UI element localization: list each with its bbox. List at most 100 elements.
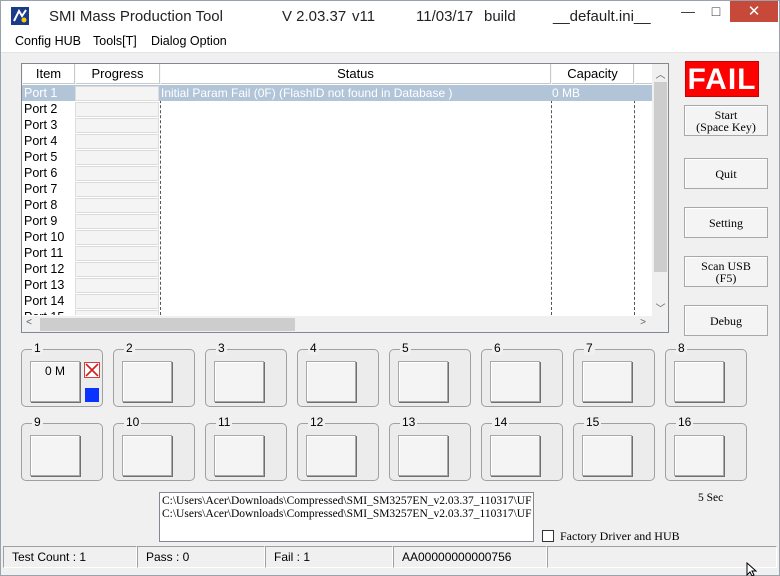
- row-item-label: Port 15: [24, 309, 64, 315]
- port-panel: 3: [205, 341, 287, 407]
- port-number: 8: [676, 341, 687, 355]
- column-progress[interactable]: Progress: [75, 64, 160, 84]
- row-item-label: Port 2: [24, 102, 58, 116]
- table-row[interactable]: Port 10: [22, 229, 652, 245]
- menu-tools[interactable]: Tools[T]: [93, 34, 137, 48]
- port-panel: 5: [389, 341, 471, 407]
- error-x-icon: [84, 362, 100, 378]
- row-progress-bar: [75, 214, 159, 229]
- port-status-button[interactable]: [306, 435, 356, 476]
- port-status-button[interactable]: [398, 361, 448, 402]
- table-row[interactable]: Port 14: [22, 293, 652, 309]
- debug-button[interactable]: Debug: [684, 305, 768, 336]
- factory-driver-checkbox[interactable]: [542, 530, 554, 542]
- port-list[interactable]: Item Progress Status Capacity Port 1 Init…: [21, 63, 669, 333]
- row-progress-bar: [75, 262, 159, 277]
- table-row[interactable]: Port 9: [22, 213, 652, 229]
- port-number: 16: [676, 415, 694, 429]
- build-date: 11/03/17: [416, 8, 474, 25]
- port-status-button[interactable]: [490, 361, 540, 402]
- minimize-button[interactable]: —: [673, 1, 703, 22]
- horizontal-scrollbar[interactable]: < >: [22, 316, 652, 332]
- row-item-label: Port 10: [24, 230, 65, 244]
- setting-button[interactable]: Setting: [684, 207, 768, 238]
- table-row[interactable]: Port 7: [22, 181, 652, 197]
- vertical-scrollbar[interactable]: ︿ ﹀: [652, 64, 668, 316]
- port-status-button[interactable]: [582, 435, 632, 476]
- table-row[interactable]: Port 1 Initial Param Fail (0F) (FlashID n…: [22, 85, 652, 101]
- table-row[interactable]: Port 12: [22, 261, 652, 277]
- port-number: 13: [400, 415, 418, 429]
- table-row[interactable]: Port 8: [22, 197, 652, 213]
- status-square-icon: [85, 388, 99, 402]
- row-item-label: Port 11: [24, 246, 64, 260]
- horizontal-scroll-thumb[interactable]: [40, 318, 295, 331]
- port-status-button[interactable]: [674, 361, 724, 402]
- table-row[interactable]: Port 4: [22, 133, 652, 149]
- row-progress-bar: [75, 118, 159, 133]
- port-status-button[interactable]: [582, 361, 632, 402]
- log-output[interactable]: C:\Users\Acer\Downloads\Compressed\SMI_S…: [159, 492, 534, 542]
- port-number: 4: [308, 341, 319, 355]
- port-status-button[interactable]: [674, 435, 724, 476]
- row-progress-bar: [75, 230, 159, 245]
- app-logo-icon: [11, 7, 29, 25]
- scroll-up-icon[interactable]: ︿: [652, 66, 668, 81]
- port-number: 5: [400, 341, 411, 355]
- quit-button[interactable]: Quit: [684, 158, 768, 189]
- port-status-button[interactable]: 0 M: [30, 361, 80, 402]
- scroll-left-icon[interactable]: <: [22, 317, 36, 328]
- port-status-button[interactable]: [30, 435, 80, 476]
- fail-count-status: Fail : 1: [265, 546, 393, 568]
- port-number: 3: [216, 341, 227, 355]
- port-status-button[interactable]: [122, 435, 172, 476]
- scroll-down-icon[interactable]: ﹀: [652, 300, 668, 315]
- port-panel: 4: [297, 341, 379, 407]
- row-item-label: Port 3: [24, 118, 58, 132]
- table-row[interactable]: Port 13: [22, 277, 652, 293]
- table-row[interactable]: Port 6: [22, 165, 652, 181]
- port-panel: 13: [389, 415, 471, 481]
- menu-config-hub[interactable]: Config HUB: [15, 34, 81, 48]
- status-bar: Test Count : 1 Pass : 0 Fail : 1 AA00000…: [1, 544, 779, 568]
- column-capacity[interactable]: Capacity: [551, 64, 634, 84]
- maximize-button[interactable]: □: [701, 1, 731, 22]
- port-number: 12: [308, 415, 326, 429]
- port-status-button[interactable]: [490, 435, 540, 476]
- vertical-scroll-thumb[interactable]: [654, 82, 667, 272]
- test-count-status: Test Count : 1: [3, 546, 137, 568]
- row-item-label: Port 9: [24, 214, 58, 228]
- scan-usb-button[interactable]: Scan USB (F5): [684, 256, 768, 287]
- list-header: Item Progress Status Capacity: [22, 64, 652, 84]
- port-number: 10: [124, 415, 142, 429]
- mouse-cursor-icon: [746, 562, 758, 576]
- factory-driver-label[interactable]: Factory Driver and HUB: [560, 529, 680, 544]
- port-status-button[interactable]: [122, 361, 172, 402]
- table-row[interactable]: Port 11: [22, 245, 652, 261]
- title-bar[interactable]: SMI Mass Production Tool V 2.03.37 v11 1…: [1, 1, 779, 32]
- table-row[interactable]: Port 2: [22, 101, 652, 117]
- close-button[interactable]: ✕: [730, 1, 778, 22]
- port-status-button[interactable]: [214, 361, 264, 402]
- start-button[interactable]: Start (Space Key): [684, 105, 768, 136]
- port-panel: 7: [573, 341, 655, 407]
- port-number: 6: [492, 341, 503, 355]
- serial-status: AA00000000000756: [393, 546, 547, 568]
- scroll-right-icon[interactable]: >: [636, 317, 650, 328]
- row-progress-bar: [75, 86, 159, 101]
- table-row[interactable]: Port 3: [22, 117, 652, 133]
- column-status[interactable]: Status: [160, 64, 551, 84]
- table-row[interactable]: Port 15: [22, 309, 652, 315]
- port-status-button[interactable]: [214, 435, 264, 476]
- row-progress-bar: [75, 166, 159, 181]
- row-item-label: Port 14: [24, 294, 65, 308]
- column-item[interactable]: Item: [22, 64, 75, 84]
- port-panel: 16: [665, 415, 747, 481]
- table-row[interactable]: Port 5: [22, 149, 652, 165]
- row-item-label: Port 8: [24, 198, 58, 212]
- row-progress-bar: [75, 246, 159, 261]
- menu-dialog-option[interactable]: Dialog Option: [151, 34, 227, 48]
- port-status-button[interactable]: [306, 361, 356, 402]
- row-progress-bar: [75, 134, 159, 149]
- port-status-button[interactable]: [398, 435, 448, 476]
